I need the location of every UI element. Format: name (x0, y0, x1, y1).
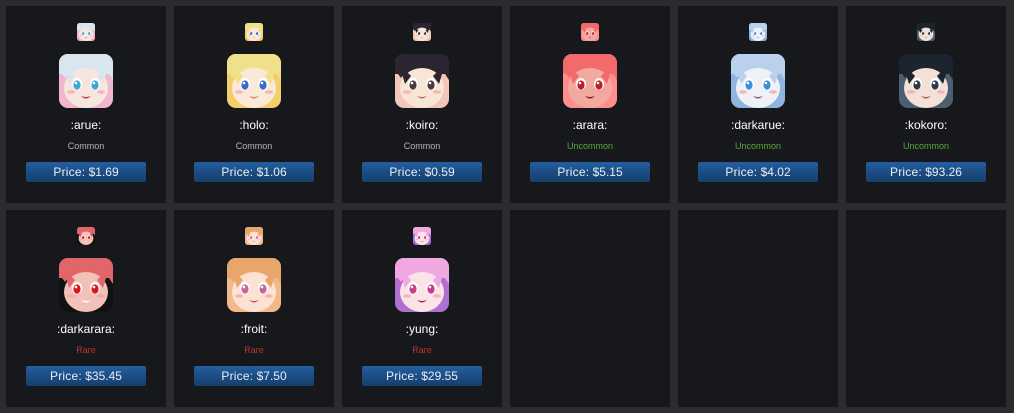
item-name: :koiro: (405, 118, 439, 132)
emoticon-mini-icon (245, 227, 263, 245)
price-value: $5.15 (592, 165, 623, 179)
item-card[interactable]: :holo: Common Price: $1.06 (174, 6, 334, 203)
price-label: Price: (725, 165, 758, 179)
empty-slot (510, 210, 670, 407)
emoticon-mini-icon (581, 23, 599, 41)
emoticon-large-icon (899, 54, 953, 108)
emoticon-large-icon (59, 54, 113, 108)
emoticon-mini-icon (413, 23, 431, 41)
price-value: $35.45 (85, 369, 122, 383)
item-rarity: Rare (412, 345, 432, 355)
item-name: :kokoro: (904, 118, 948, 132)
item-card[interactable]: :arara: Uncommon Price: $5.15 (510, 6, 670, 203)
emoticon-mini-icon (917, 23, 935, 41)
item-name: :holo: (239, 118, 269, 132)
item-rarity: Uncommon (902, 141, 949, 151)
emoticon-large-icon (227, 54, 281, 108)
emoticon-mini-icon (245, 23, 263, 41)
empty-slot (846, 210, 1006, 407)
item-card[interactable]: :froit: Rare Price: $7.50 (174, 210, 334, 407)
price-label: Price: (50, 369, 82, 383)
emoticon-mini-icon (77, 227, 95, 245)
emoticon-large-icon (395, 258, 449, 312)
item-card[interactable]: :kokoro: Uncommon Price: $93.26 (846, 6, 1006, 203)
price-button[interactable]: Price: $7.50 (194, 366, 314, 386)
item-rarity: Uncommon (734, 141, 781, 151)
emoticon-mini-icon (413, 227, 431, 245)
price-value: $0.59 (424, 165, 455, 179)
empty-slot (678, 210, 838, 407)
price-value: $1.06 (256, 165, 287, 179)
price-button[interactable]: Price: $0.59 (362, 162, 482, 182)
emoticon-large-icon (731, 54, 785, 108)
emoticon-mini-icon (77, 23, 95, 41)
emoticon-grid: :arue: Common Price: $1.69 :holo: Common… (0, 0, 1014, 413)
item-name: :arue: (70, 118, 102, 132)
price-value: $29.55 (421, 369, 458, 383)
price-label: Price: (53, 165, 86, 179)
price-button[interactable]: Price: $5.15 (530, 162, 650, 182)
item-card[interactable]: :koiro: Common Price: $0.59 (342, 6, 502, 203)
item-card[interactable]: :darkarara: Rare Price: $35.45 (6, 210, 166, 407)
emoticon-large-icon (395, 54, 449, 108)
price-button[interactable]: Price: $4.02 (698, 162, 818, 182)
emoticon-mini-icon (749, 23, 767, 41)
price-label: Price: (221, 369, 254, 383)
price-value: $7.50 (256, 369, 287, 383)
item-name: :darkarara: (56, 322, 116, 336)
item-name: :yung: (405, 322, 439, 336)
item-name: :darkarue: (730, 118, 786, 132)
price-label: Price: (389, 165, 422, 179)
item-rarity: Rare (76, 345, 96, 355)
price-button[interactable]: Price: $35.45 (26, 366, 146, 386)
price-label: Price: (890, 165, 922, 179)
price-button[interactable]: Price: $93.26 (866, 162, 986, 182)
item-card[interactable]: :arue: Common Price: $1.69 (6, 6, 166, 203)
price-button[interactable]: Price: $1.06 (194, 162, 314, 182)
item-rarity: Common (403, 141, 441, 151)
price-value: $1.69 (88, 165, 119, 179)
price-button[interactable]: Price: $29.55 (362, 366, 482, 386)
emoticon-large-icon (563, 54, 617, 108)
emoticon-large-icon (227, 258, 281, 312)
item-name: :froit: (240, 322, 268, 336)
item-card[interactable]: :yung: Rare Price: $29.55 (342, 210, 502, 407)
item-card[interactable]: :darkarue: Uncommon Price: $4.02 (678, 6, 838, 203)
item-rarity: Common (235, 141, 273, 151)
price-label: Price: (386, 369, 418, 383)
price-value: $93.26 (925, 165, 962, 179)
item-rarity: Uncommon (566, 141, 613, 151)
item-rarity: Rare (244, 345, 264, 355)
item-rarity: Common (67, 141, 105, 151)
price-label: Price: (221, 165, 254, 179)
price-button[interactable]: Price: $1.69 (26, 162, 146, 182)
item-name: :arara: (572, 118, 608, 132)
emoticon-large-icon (59, 258, 113, 312)
price-value: $4.02 (760, 165, 791, 179)
price-label: Price: (557, 165, 590, 179)
